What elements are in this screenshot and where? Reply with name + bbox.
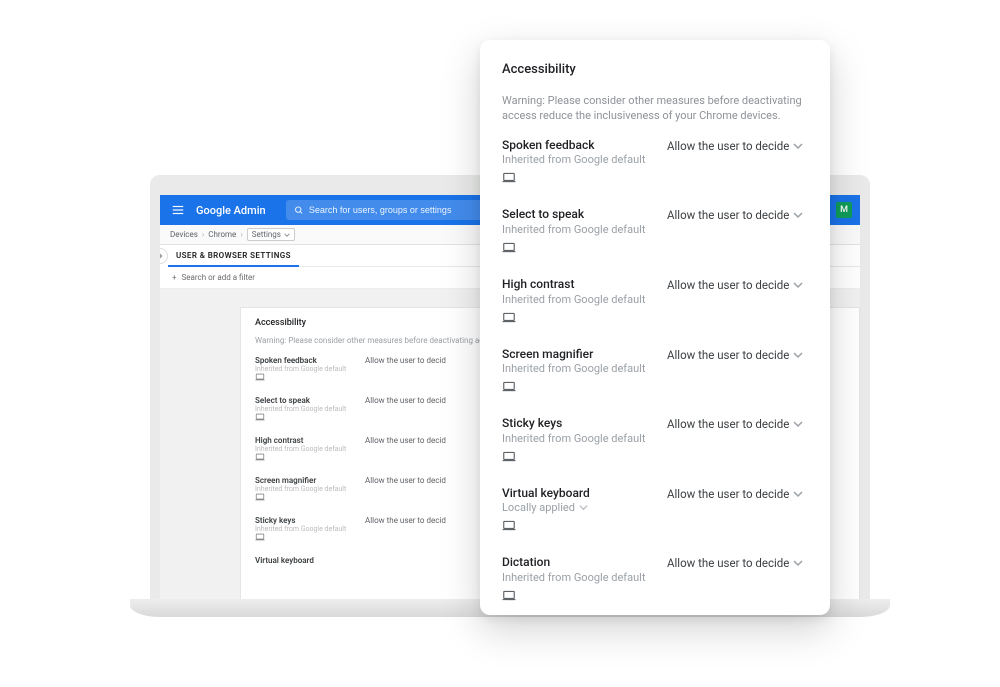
laptop-device-icon (255, 453, 365, 464)
setting-value-label: Allow the user to decide (667, 417, 789, 431)
setting-title: Virtual keyboard (502, 486, 667, 502)
app-title: Google Admin (196, 204, 266, 217)
setting-row-spoken-feedback: Spoken feedback Inherited from Google de… (502, 138, 808, 188)
bg-setting-title: Virtual keyboard (255, 556, 365, 565)
laptop-device-icon (502, 586, 667, 605)
caret-down-icon (793, 350, 803, 360)
setting-subtext: Inherited from Google default (502, 293, 667, 306)
setting-title: Dictation (502, 555, 667, 571)
setting-row-select-to-speak: Select to speak Inherited from Google de… (502, 207, 808, 257)
search-field-wrap[interactable] (286, 200, 496, 220)
caret-down-icon (793, 489, 803, 499)
setting-value-label: Allow the user to decide (667, 348, 789, 362)
laptop-device-icon (502, 516, 667, 535)
setting-value-dropdown[interactable]: Allow the user to decide (667, 487, 803, 501)
setting-subtext: Inherited from Google default (502, 571, 667, 584)
setting-value-label: Allow the user to decide (667, 208, 789, 222)
laptop-device-icon (502, 238, 667, 257)
setting-subtext: Inherited from Google default (502, 153, 667, 166)
bg-setting-title: Sticky keys (255, 516, 365, 525)
setting-row-high-contrast: High contrast Inherited from Google defa… (502, 277, 808, 327)
laptop-device-icon (255, 413, 365, 424)
laptop-device-icon (502, 377, 667, 396)
plus-icon: + (172, 273, 177, 282)
hamburger-icon[interactable] (170, 202, 186, 218)
bg-setting-sub: Inherited from Google default (255, 485, 365, 493)
setting-value-dropdown[interactable]: Allow the user to decide (667, 348, 803, 362)
setting-value-dropdown[interactable]: Allow the user to decide (667, 417, 803, 431)
laptop-device-icon (255, 533, 365, 544)
filter-placeholder: Search or add a filter (182, 273, 255, 282)
accessibility-card: Accessibility Warning: Please consider o… (480, 40, 830, 615)
setting-value-dropdown[interactable]: Allow the user to decide (667, 208, 803, 222)
caret-down-icon (579, 503, 588, 512)
setting-value-label: Allow the user to decide (667, 139, 789, 153)
laptop-device-icon (255, 493, 365, 504)
bg-setting-value[interactable]: Allow the user to decid (365, 476, 446, 504)
breadcrumb-item[interactable]: Chrome (208, 230, 236, 239)
breadcrumb-item[interactable]: Devices (170, 230, 198, 239)
setting-value-dropdown[interactable]: Allow the user to decide (667, 139, 803, 153)
setting-title: Select to speak (502, 207, 667, 223)
caret-down-icon (793, 558, 803, 568)
bg-setting-title: Spoken feedback (255, 356, 365, 365)
setting-subtext-label: Locally applied (502, 501, 575, 514)
setting-subtext: Inherited from Google default (502, 362, 667, 375)
setting-row-virtual-keyboard: Virtual keyboard Locally applied Allow t… (502, 486, 808, 536)
bg-setting-value[interactable]: Allow the user to decid (365, 516, 446, 544)
search-icon (294, 205, 303, 215)
setting-title: High contrast (502, 277, 667, 293)
card-title: Accessibility (502, 62, 808, 77)
laptop-device-icon (255, 373, 365, 384)
bg-setting-sub: Inherited from Google default (255, 365, 365, 373)
laptop-device-icon (502, 447, 667, 466)
bg-setting-value[interactable]: Allow the user to decid (365, 356, 446, 384)
setting-value-dropdown[interactable]: Allow the user to decide (667, 278, 803, 292)
setting-subtext: Inherited from Google default (502, 432, 667, 445)
laptop-device-icon (502, 168, 667, 187)
caret-down-icon (793, 210, 803, 220)
setting-row-sticky-keys: Sticky keys Inherited from Google defaul… (502, 416, 808, 466)
bg-setting-sub: Inherited from Google default (255, 405, 365, 413)
setting-value-dropdown[interactable]: Allow the user to decide (667, 556, 803, 570)
caret-down-icon (793, 280, 803, 290)
card-warning-text: Warning: Please consider other measures … (502, 93, 808, 124)
bg-setting-sub: Inherited from Google default (255, 525, 365, 533)
setting-row-screen-magnifier: Screen magnifier Inherited from Google d… (502, 347, 808, 397)
bg-setting-value[interactable]: Allow the user to decid (365, 396, 446, 424)
tab-user-browser-settings[interactable]: USER & BROWSER SETTINGS (168, 245, 299, 267)
bg-setting-sub: Inherited from Google default (255, 445, 365, 453)
chevron-right-icon: › (240, 230, 242, 239)
setting-row-dictation: Dictation Inherited from Google default … (502, 555, 808, 605)
bg-setting-value[interactable]: Allow the user to decid (365, 436, 446, 464)
bg-setting-title: High contrast (255, 436, 365, 445)
bg-setting-title: Screen magnifier (255, 476, 365, 485)
bg-setting-title: Select to speak (255, 396, 365, 405)
collapse-toggle[interactable] (152, 248, 168, 264)
setting-value-label: Allow the user to decide (667, 278, 789, 292)
setting-title: Spoken feedback (502, 138, 667, 154)
laptop-device-icon (502, 308, 667, 327)
setting-subtext: Locally applied (502, 501, 667, 514)
search-input[interactable] (309, 205, 488, 215)
setting-subtext: Inherited from Google default (502, 223, 667, 236)
setting-title: Screen magnifier (502, 347, 667, 363)
setting-value-label: Allow the user to decide (667, 487, 789, 501)
breadcrumb-item-label: Settings (252, 230, 281, 239)
caret-down-icon (793, 419, 803, 429)
setting-value-label: Allow the user to decide (667, 556, 789, 570)
caret-down-icon (284, 232, 290, 238)
caret-down-icon (793, 141, 803, 151)
breadcrumb-item-settings[interactable]: Settings (247, 228, 295, 241)
avatar[interactable]: M (836, 202, 852, 218)
setting-title: Sticky keys (502, 416, 667, 432)
chevron-right-icon: › (202, 230, 204, 239)
